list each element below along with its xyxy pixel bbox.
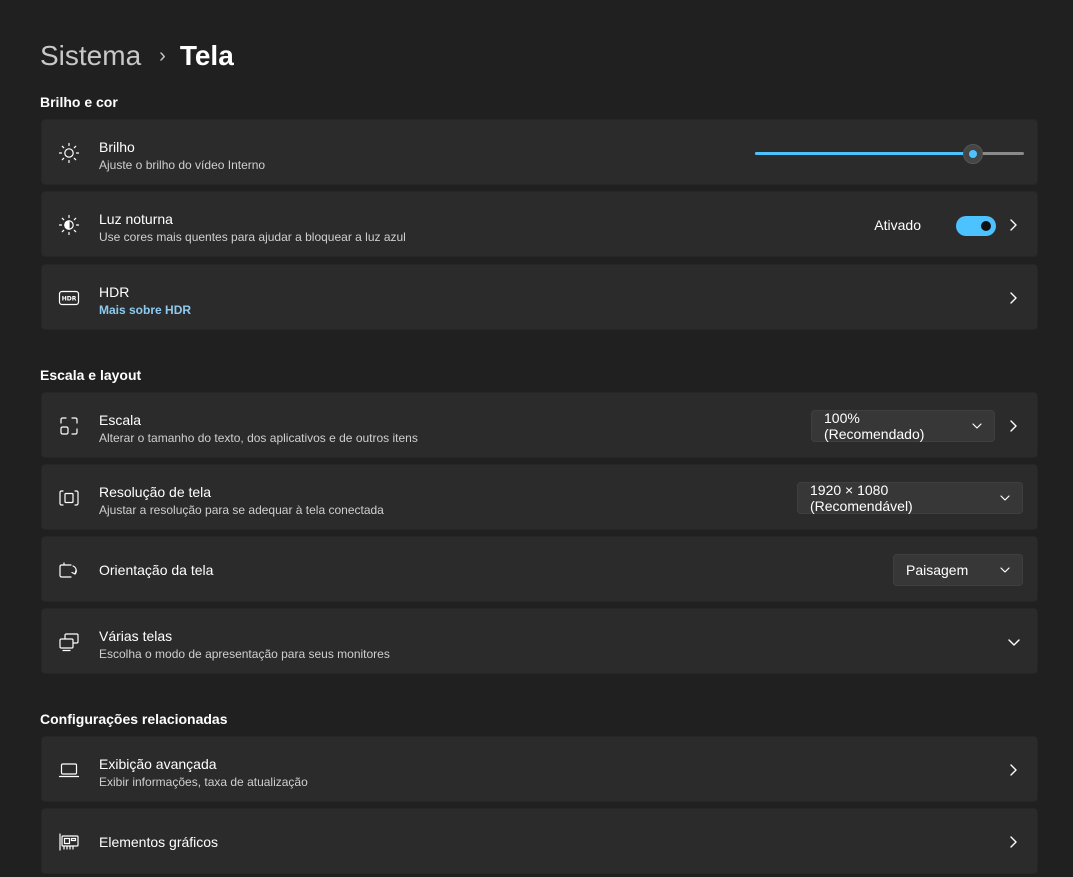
- scale-title: Escala: [99, 412, 142, 428]
- orientation-dropdown-value: Paisagem: [906, 562, 969, 578]
- breadcrumb: Sistema › Tela: [40, 36, 234, 76]
- brightness-slider[interactable]: [755, 144, 1024, 164]
- night-light-state-label: Ativado: [874, 217, 921, 233]
- section-title-brightness-color: Brilho e cor: [40, 94, 118, 110]
- chevron-down-icon[interactable]: [1007, 632, 1021, 652]
- night-light-card[interactable]: Luz noturna Use cores mais quentes para …: [41, 191, 1038, 257]
- multiple-displays-card[interactable]: Várias telas Escolha o modo de apresenta…: [41, 608, 1038, 674]
- chevron-down-icon: [960, 423, 982, 429]
- resolution-card: Resolução de tela Ajustar a resolução pa…: [41, 464, 1038, 530]
- night-light-subtitle: Use cores mais quentes para ajudar a blo…: [99, 230, 406, 244]
- section-title-related-settings: Configurações relacionadas: [40, 711, 228, 727]
- laptop-icon: [58, 759, 80, 781]
- page-title: Tela: [179, 40, 234, 71]
- graphics-title: Elementos gráficos: [99, 834, 219, 850]
- advanced-display-card[interactable]: Exibição avançada Exibir informações, ta…: [41, 736, 1038, 802]
- night-light-icon: [58, 214, 80, 236]
- brightness-title: Brilho: [99, 139, 135, 155]
- hdr-title: HDR: [99, 284, 130, 300]
- night-light-toggle[interactable]: [956, 216, 996, 236]
- brightness-subtitle: Ajuste o brilho do vídeo Interno: [99, 158, 266, 172]
- hdr-more-link[interactable]: Mais sobre HDR: [99, 302, 191, 318]
- rotate-screen-icon: [58, 559, 80, 581]
- orientation-title: Orientação da tela: [99, 562, 214, 578]
- scale-icon: [58, 415, 80, 437]
- scale-card[interactable]: Escala Alterar o tamanho do texto, dos a…: [41, 392, 1038, 458]
- slider-thumb[interactable]: [962, 144, 983, 164]
- section-title-scale-layout: Escala e layout: [40, 367, 142, 383]
- chevron-right-icon[interactable]: [1007, 215, 1021, 235]
- advanced-display-title: Exibição avançada: [99, 756, 217, 772]
- resolution-icon: [58, 487, 80, 509]
- advanced-display-subtitle: Exibir informações, taxa de atualização: [99, 775, 308, 789]
- graphics-card[interactable]: Elementos gráficos: [41, 808, 1038, 874]
- chevron-right-icon[interactable]: [1007, 416, 1021, 436]
- resolution-dropdown[interactable]: 1920 × 1080 (Recomendável): [797, 482, 1023, 514]
- scale-subtitle: Alterar o tamanho do texto, dos aplicati…: [99, 431, 418, 445]
- hdr-card[interactable]: HDR HDR Mais sobre HDR: [41, 264, 1038, 330]
- slider-fill: [755, 152, 973, 155]
- orientation-card: Orientação da tela Paisagem: [41, 536, 1038, 602]
- sun-icon: [58, 142, 80, 164]
- chevron-right-icon[interactable]: [1007, 760, 1021, 780]
- chevron-down-icon: [988, 495, 1010, 501]
- brightness-card: Brilho Ajuste o brilho do vídeo Interno: [41, 119, 1038, 185]
- chevron-right-icon[interactable]: [1007, 832, 1021, 852]
- breadcrumb-separator-icon: ›: [159, 44, 166, 67]
- night-light-title: Luz noturna: [99, 211, 173, 227]
- breadcrumb-parent-sistema[interactable]: Sistema: [40, 40, 141, 72]
- scale-dropdown[interactable]: 100% (Recomendado): [811, 410, 995, 442]
- scale-dropdown-value: 100% (Recomendado): [824, 410, 925, 442]
- resolution-title: Resolução de tela: [99, 484, 212, 500]
- multiple-displays-title: Várias telas: [99, 628, 173, 644]
- multiple-displays-subtitle: Escolha o modo de apresentação para seus…: [99, 647, 390, 661]
- chevron-down-icon: [988, 567, 1010, 573]
- resolution-dropdown-value: 1920 × 1080 (Recomendável): [810, 482, 913, 514]
- hdr-icon: HDR: [58, 287, 80, 309]
- resolution-subtitle: Ajustar a resolução para se adequar à te…: [99, 503, 384, 517]
- orientation-dropdown[interactable]: Paisagem: [893, 554, 1023, 586]
- multiple-displays-icon: [58, 631, 80, 653]
- svg-text:HDR: HDR: [62, 296, 77, 303]
- graphics-card-icon: [58, 831, 80, 853]
- chevron-right-icon[interactable]: [1007, 288, 1021, 308]
